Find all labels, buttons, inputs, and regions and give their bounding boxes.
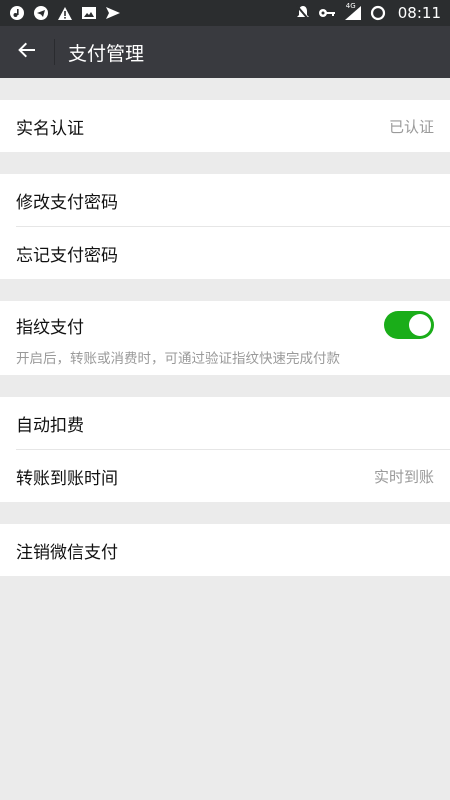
real-name-verification-label: 实名认证: [16, 118, 84, 139]
fingerprint-pay-item: 指纹支付 开启后，转账或消费时，可通过验证指纹快速完成付款: [0, 301, 450, 375]
signal-icon: 4G: [344, 2, 362, 21]
cancel-wechat-pay-label: 注销微信支付: [16, 542, 118, 563]
auto-section: 自动扣费 转账到账时间 实时到账: [0, 397, 450, 502]
auto-pay-label: 自动扣费: [16, 415, 84, 436]
status-bar-right: 4G 08:11: [296, 2, 441, 22]
image-icon: [81, 6, 97, 20]
cancel-section: 注销微信支付: [0, 524, 450, 576]
verify-section: 实名认证 已认证: [0, 100, 450, 152]
back-button[interactable]: [0, 26, 54, 78]
key-icon: [318, 7, 336, 19]
toggle-knob: [409, 314, 431, 336]
cancel-wechat-pay-item[interactable]: 注销微信支付: [0, 524, 450, 576]
page-title: 支付管理: [68, 42, 145, 65]
app-bar: 支付管理: [0, 26, 450, 78]
fingerprint-hint: 开启后，转账或消费时，可通过验证指纹快速完成付款: [16, 351, 340, 367]
sync-icon: [370, 5, 386, 21]
warning-icon: [57, 6, 73, 21]
password-section: 修改支付密码 忘记支付密码: [0, 174, 450, 279]
fingerprint-pay-label: 指纹支付: [16, 317, 84, 338]
transfer-time-label: 转账到账时间: [16, 468, 118, 489]
verification-status: 已认证: [388, 117, 434, 136]
auto-pay-item[interactable]: 自动扣费: [0, 397, 450, 449]
status-time: 08:11: [397, 4, 441, 22]
forgot-password-label: 忘记支付密码: [16, 245, 118, 266]
music-icon: [9, 5, 25, 21]
change-password-label: 修改支付密码: [16, 192, 118, 213]
transfer-time-item[interactable]: 转账到账时间 实时到账: [0, 450, 450, 502]
transfer-time-value: 实时到账: [373, 467, 434, 486]
send-icon: [105, 5, 121, 21]
telegram-icon: [33, 5, 49, 21]
status-bar: 4G 08:11: [0, 0, 450, 26]
change-password-item[interactable]: 修改支付密码: [0, 174, 450, 226]
fingerprint-toggle[interactable]: [384, 311, 434, 339]
real-name-verification-item[interactable]: 实名认证 已认证: [0, 100, 450, 152]
status-bar-left: [9, 5, 121, 21]
network-type-label: 4G: [345, 2, 356, 10]
app-bar-divider: [54, 39, 55, 65]
back-arrow-icon: [17, 40, 37, 64]
fingerprint-section: 指纹支付 开启后，转账或消费时，可通过验证指纹快速完成付款: [0, 301, 450, 375]
notifications-off-icon: [296, 5, 310, 21]
forgot-password-item[interactable]: 忘记支付密码: [0, 227, 450, 279]
